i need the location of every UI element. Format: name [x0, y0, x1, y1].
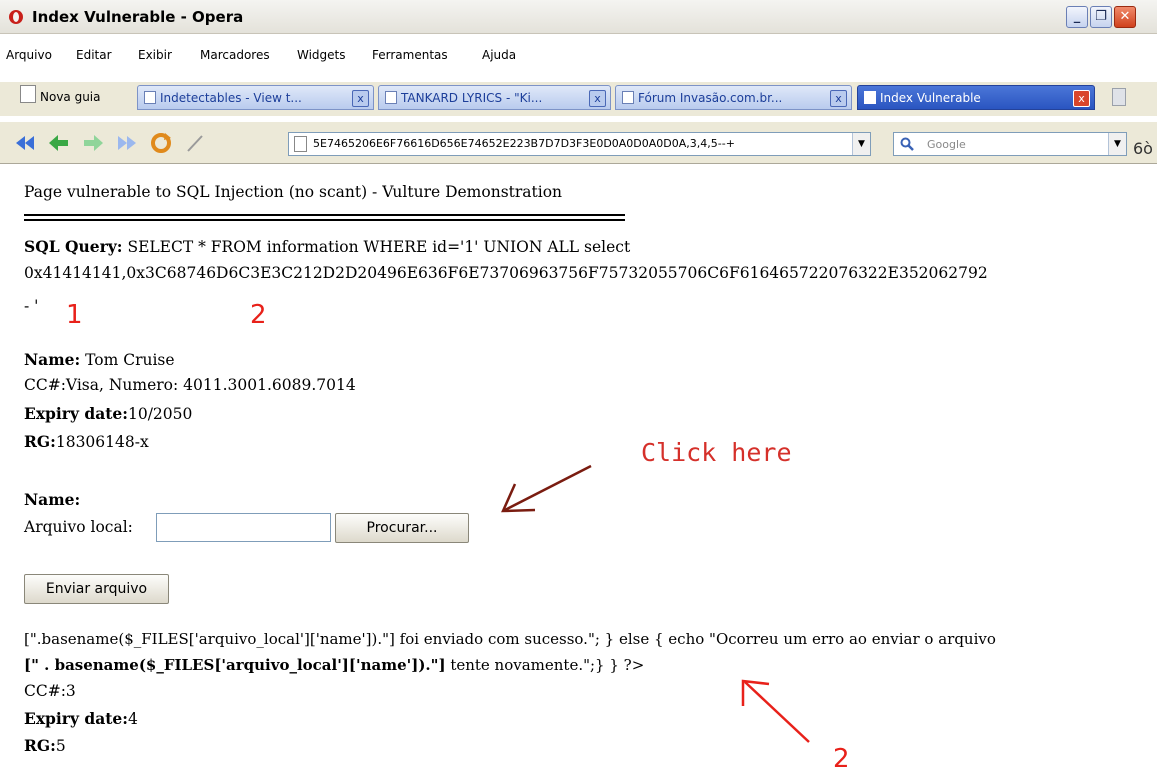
- sql-query-tail: - ': [24, 297, 39, 315]
- menu-arquivo[interactable]: Arquivo: [6, 48, 52, 62]
- name2-label: Name:: [24, 490, 80, 509]
- menu-ferramentas[interactable]: Ferramentas: [372, 48, 448, 62]
- forward-icon[interactable]: [82, 132, 104, 154]
- annotation-number-2b: 2: [833, 744, 850, 774]
- expiry2-row: Expiry date:4: [24, 709, 138, 728]
- php-code-rest: tente novamente.";} } ?>: [445, 656, 645, 674]
- page-icon: [385, 91, 397, 104]
- new-tab-icon: [20, 85, 36, 103]
- tab-close-button[interactable]: x: [830, 90, 847, 107]
- browse-button[interactable]: Procurar...: [335, 513, 469, 543]
- annotation-arrow-icon: [501, 464, 592, 513]
- menu-editar[interactable]: Editar: [76, 48, 112, 62]
- search-engine-dropdown[interactable]: ▼: [1108, 133, 1126, 155]
- php-code-line-2: [" . basename($_FILES['arquivo_local']['…: [24, 656, 644, 674]
- page-icon: [864, 91, 876, 104]
- tab-label: TANKARD LYRICS - "Ki...: [401, 91, 543, 105]
- file-path-input[interactable]: [156, 513, 331, 542]
- title-bar: Index Vulnerable - Opera _ ❐ ✕: [0, 0, 1157, 34]
- page-icon: [622, 91, 634, 104]
- back-icon[interactable]: [48, 132, 70, 154]
- rg-label: RG:: [24, 432, 56, 451]
- expiry-value: 10/2050: [127, 405, 193, 423]
- new-tab-label: Nova guia: [40, 90, 101, 104]
- search-field[interactable]: Google ▼: [893, 132, 1127, 156]
- menu-marcadores[interactable]: Marcadores: [200, 48, 270, 62]
- tab-forum-invasao[interactable]: Fórum Invasão.com.br... x: [615, 85, 852, 110]
- divider: [24, 219, 625, 221]
- sql-query-hex: 0x41414141,0x3C68746D6C3E3C212D2D20496E6…: [24, 264, 988, 282]
- name2-label-text: Name:: [24, 490, 81, 509]
- cc-row: CC#:Visa, Numero: 4011.3001.6089.7014: [24, 376, 356, 394]
- tab-indetectables[interactable]: Indetectables - View t... x: [137, 85, 374, 110]
- cc2-row: CC#:3: [24, 682, 76, 700]
- page-icon: [294, 136, 307, 152]
- tab-close-button[interactable]: x: [1073, 90, 1090, 107]
- sql-query-line: SQL Query: SELECT * FROM information WHE…: [24, 237, 630, 256]
- sql-query-label: SQL Query:: [24, 237, 123, 256]
- page-icon: [144, 91, 156, 104]
- expiry-row: Expiry date:10/2050: [24, 404, 192, 423]
- opera-logo-icon: [9, 10, 23, 24]
- tab-tankard-lyrics[interactable]: TANKARD LYRICS - "Ki... x: [378, 85, 611, 110]
- menu-widgets[interactable]: Widgets: [297, 48, 346, 62]
- search-icon: [900, 137, 914, 151]
- annotation-number-1: 1: [66, 300, 83, 330]
- minimize-button[interactable]: _: [1066, 6, 1088, 28]
- annotation-number-2: 2: [250, 300, 267, 330]
- tab-label: Indetectables - View t...: [160, 91, 302, 105]
- name-value: Tom Cruise: [80, 351, 175, 369]
- click-here-annotation: Click here: [641, 438, 792, 467]
- navigation-toolbar: 5E7465206E6F76616D656E74652E223B7D7D3F3E…: [0, 122, 1157, 164]
- maximize-button[interactable]: ❐: [1090, 6, 1112, 28]
- sql-query-text: SELECT * FROM information WHERE id='1' U…: [122, 238, 631, 256]
- tab-close-button[interactable]: x: [352, 90, 369, 107]
- menu-exibir[interactable]: Exibir: [138, 48, 172, 62]
- window-title: Index Vulnerable - Opera: [32, 8, 244, 26]
- address-dropdown-button[interactable]: ▼: [852, 133, 870, 155]
- annotation-arrow-icon-2: [741, 679, 810, 743]
- php-code-line-1: [".basename($_FILES['arquivo_local']['na…: [24, 630, 996, 648]
- rg-value: 18306148-x: [55, 433, 149, 451]
- page-heading: Page vulnerable to SQL Injection (no sca…: [24, 183, 563, 201]
- tab-label: Fórum Invasão.com.br...: [638, 91, 783, 105]
- php-code-bold: [" . basename($_FILES['arquivo_local']['…: [24, 656, 446, 674]
- tab-index-vulnerable[interactable]: Index Vulnerable x: [857, 85, 1095, 110]
- send-file-button[interactable]: Enviar arquivo: [24, 574, 169, 604]
- rg-row: RG:18306148-x: [24, 432, 149, 451]
- tab-close-button[interactable]: x: [589, 90, 606, 107]
- rg2-row: RG:5: [24, 736, 66, 755]
- reading-glasses-icon[interactable]: 6ò: [1133, 139, 1153, 158]
- expiry-label: Expiry date:: [24, 404, 128, 423]
- tab-bar: Nova guia Indetectables - View t... x TA…: [0, 82, 1157, 116]
- menu-ajuda[interactable]: Ajuda: [482, 48, 516, 62]
- tab-label: Index Vulnerable: [880, 91, 981, 105]
- fast-forward-icon[interactable]: [116, 132, 138, 154]
- rewind-icon[interactable]: [14, 132, 36, 154]
- address-bar[interactable]: 5E7465206E6F76616D656E74652E223B7D7D3F3E…: [288, 132, 871, 156]
- edit-pen-icon[interactable]: [184, 132, 206, 154]
- address-value: 5E7465206E6F76616D656E74652E223B7D7D3F3E…: [313, 137, 735, 150]
- file-label: Arquivo local:: [24, 518, 133, 536]
- close-window-button[interactable]: ✕: [1114, 6, 1136, 28]
- divider: [24, 214, 625, 216]
- trash-icon[interactable]: [1112, 88, 1126, 106]
- name-label: Name:: [24, 350, 81, 369]
- expiry2-value: 4: [127, 710, 138, 728]
- reload-icon[interactable]: [150, 132, 172, 154]
- search-placeholder: Google: [927, 138, 966, 151]
- rg2-value: 5: [55, 737, 66, 755]
- expiry2-label: Expiry date:: [24, 709, 128, 728]
- rg2-label: RG:: [24, 736, 56, 755]
- name-row: Name: Tom Cruise: [24, 350, 175, 369]
